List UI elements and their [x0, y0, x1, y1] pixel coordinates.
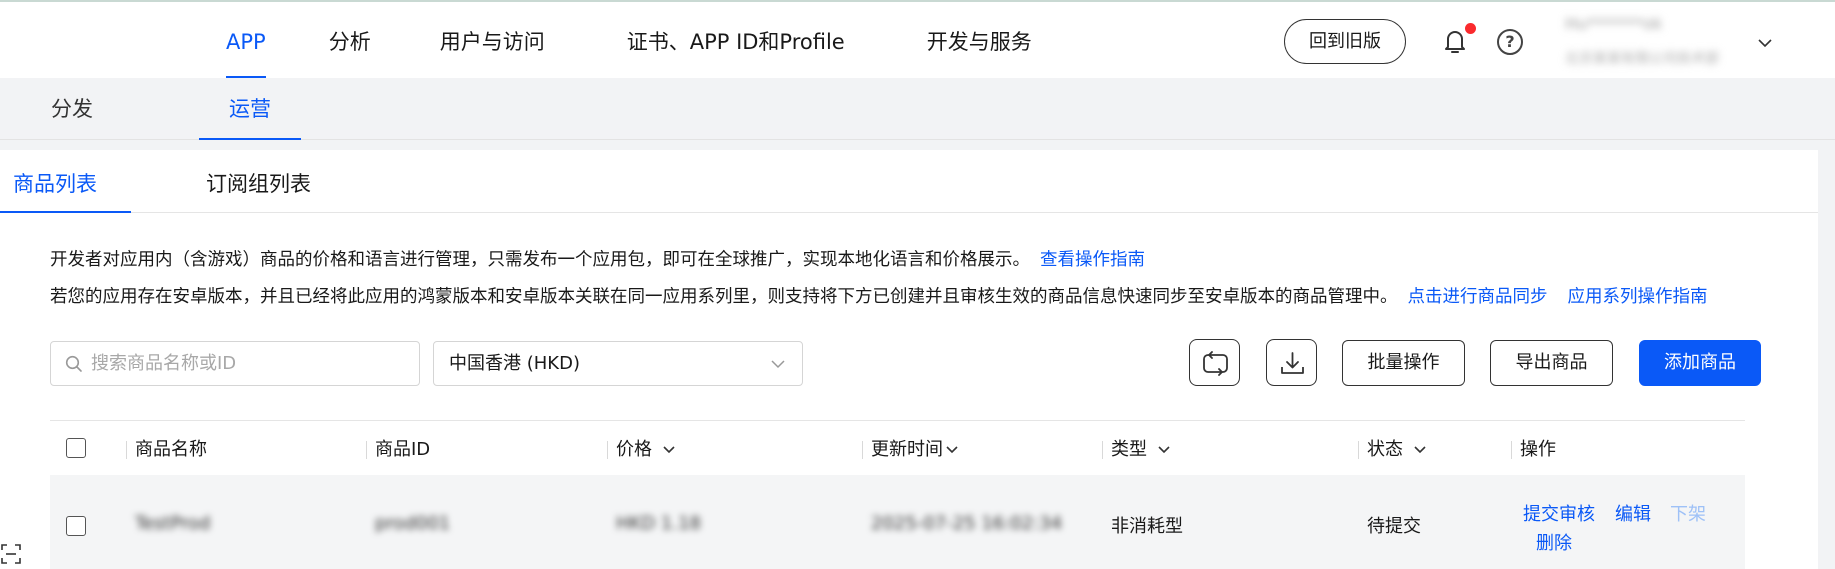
operation-guide-link[interactable]: 查看操作指南 [1040, 250, 1145, 270]
description-line-2: 若您的应用存在安卓版本，并且已经将此应用的鸿蒙版本和安卓版本关联在同一应用系列里… [50, 283, 1708, 308]
bell-icon[interactable] [1442, 28, 1468, 56]
col-header-ops: 操作 [1511, 421, 1556, 476]
tab-bar: 商品列表 订阅组列表 [0, 150, 1818, 213]
page-margin [1818, 140, 1835, 569]
scan-icon[interactable] [0, 542, 22, 566]
search-box[interactable] [50, 341, 420, 386]
app-series-guide-link[interactable]: 应用系列操作指南 [1568, 287, 1708, 307]
col-header-id: 商品ID [366, 421, 430, 476]
section-gap [0, 140, 1835, 150]
sort-chevron-icon [1158, 446, 1170, 454]
col-header-price[interactable]: 价格 [607, 421, 676, 476]
back-to-old-version-button[interactable]: 回到旧版 [1284, 19, 1406, 64]
cell-price: HKD 1.18 [616, 513, 701, 534]
nav-item-certificates[interactable]: 证书、APP ID和Profile [627, 2, 845, 78]
sort-chevron-icon [663, 446, 675, 454]
nav-item-app[interactable]: APP [226, 2, 266, 78]
sub-nav-operations[interactable]: 运营 [199, 78, 301, 140]
tab-product-list[interactable]: 商品列表 [0, 150, 131, 213]
search-icon [65, 355, 82, 372]
search-input[interactable] [91, 342, 411, 385]
table-header: 商品名称 商品ID 价格 更新时间 类型 状态 操作 [50, 420, 1745, 475]
help-icon[interactable]: ? [1497, 29, 1523, 55]
submit-review-link[interactable]: 提交审核 [1523, 500, 1595, 526]
chevron-down-icon[interactable] [1757, 34, 1773, 48]
cell-updated: 2025-07-25 16:02:34 [871, 513, 1063, 534]
nav-item-users-access[interactable]: 用户与访问 [440, 2, 545, 78]
region-select[interactable]: 中国香港 (HKD) [433, 341, 803, 386]
col-header-status[interactable]: 状态 [1358, 421, 1427, 476]
nav-item-dev-services[interactable]: 开发与服务 [927, 2, 1032, 78]
col-header-updated[interactable]: 更新时间 [862, 421, 959, 476]
download-icon [1281, 352, 1304, 374]
export-products-button[interactable]: 导出商品 [1490, 340, 1613, 386]
cell-id: prod001 [375, 513, 451, 534]
cell-name: TestProd [135, 513, 211, 534]
top-nav: APP 分析 用户与访问 证书、APP ID和Profile 开发与服务 [226, 2, 1032, 78]
chevron-down-icon [771, 360, 785, 369]
top-nav-bar: APP 分析 用户与访问 证书、APP ID和Profile 开发与服务 回到旧… [0, 0, 1835, 78]
delete-link[interactable]: 删除 [1536, 529, 1572, 555]
description-text-1: 开发者对应用内（含游戏）商品的价格和语言进行管理，只需发布一个应用包，即可在全球… [50, 250, 1030, 270]
sub-nav-distribution[interactable]: 分发 [51, 78, 93, 139]
description-text-2: 若您的应用存在安卓版本，并且已经将此应用的鸿蒙版本和安卓版本关联在同一应用系列里… [50, 287, 1398, 307]
cell-status: 待提交 [1367, 516, 1421, 537]
col-header-name: 商品名称 [126, 421, 207, 476]
sub-nav: 分发 运营 [0, 78, 1835, 140]
row-checkbox[interactable] [66, 516, 86, 536]
download-button[interactable] [1266, 339, 1317, 386]
notification-badge [1465, 23, 1476, 34]
col-header-type[interactable]: 类型 [1102, 421, 1171, 476]
region-value: 中国香港 (HKD) [449, 353, 580, 374]
table-row[interactable]: TestProd prod001 HKD 1.18 2025-07-25 16:… [50, 475, 1745, 569]
sync-products-link[interactable]: 点击进行商品同步 [1408, 287, 1548, 307]
tab-subscription-groups[interactable]: 订阅组列表 [206, 150, 311, 212]
select-all-checkbox[interactable] [66, 438, 86, 458]
sort-chevron-icon [946, 446, 958, 454]
account-name[interactable]: Hu*******ok [1565, 14, 1675, 36]
cell-type: 非消耗型 [1111, 516, 1183, 537]
product-panel: 商品列表 订阅组列表 开发者对应用内（含游戏）商品的价格和语言进行管理，只需发布… [0, 150, 1818, 569]
batch-operation-button[interactable]: 批量操作 [1342, 340, 1465, 386]
delist-link: 下架 [1670, 504, 1706, 525]
sort-chevron-icon [1414, 446, 1426, 454]
description-line-1: 开发者对应用内（含游戏）商品的价格和语言进行管理，只需发布一个应用包，即可在全球… [50, 246, 1145, 271]
edit-link[interactable]: 编辑 [1615, 500, 1651, 526]
account-org[interactable]: 北京某某有限公司技术部 [1565, 48, 1750, 66]
sync-icon [1203, 351, 1228, 376]
add-product-button[interactable]: 添加商品 [1639, 340, 1761, 386]
sync-button[interactable] [1189, 339, 1240, 386]
nav-item-analytics[interactable]: 分析 [329, 2, 371, 78]
